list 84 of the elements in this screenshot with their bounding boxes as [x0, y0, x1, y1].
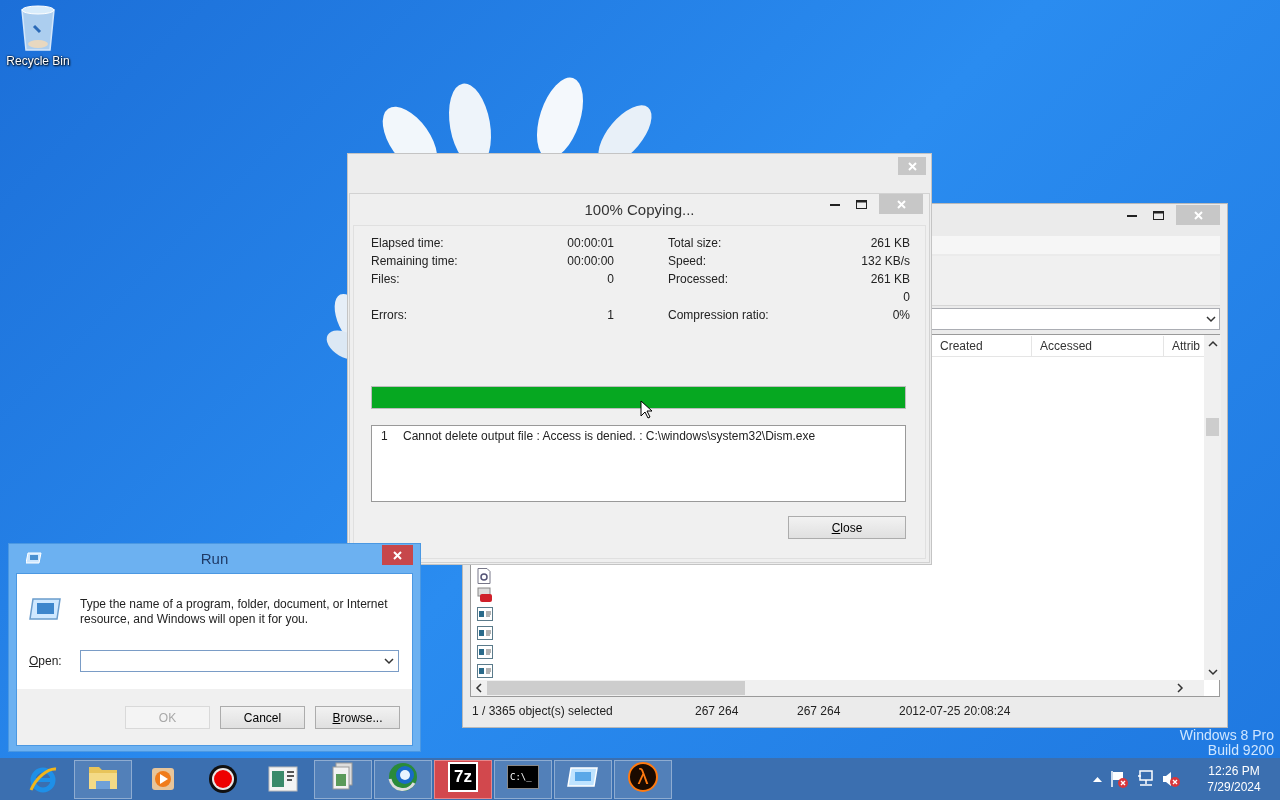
- stat-label: Speed:: [668, 254, 707, 268]
- stat-value: 0: [903, 290, 910, 304]
- document-icon: [477, 567, 491, 584]
- stat-value: 132 KB/s: [861, 254, 910, 268]
- close-icon: [1193, 210, 1203, 220]
- stat-value: 1: [607, 308, 614, 322]
- scrollbar-thumb[interactable]: [1206, 418, 1219, 436]
- stat-label: Remaining time:: [371, 254, 458, 268]
- stat-value: 0: [607, 272, 614, 286]
- log-message: Cannot delete output file : Access is denied. : C:\windows\system32\Dism.exe: [403, 429, 816, 443]
- stat-label: Processed:: [668, 272, 729, 286]
- scroll-down-icon[interactable]: [1207, 668, 1218, 676]
- play-icon: [150, 766, 176, 792]
- close-dialog-button[interactable]: Close: [788, 516, 906, 539]
- maximize-icon: [856, 199, 867, 209]
- window-icon: [477, 644, 493, 659]
- package-icon: [477, 586, 493, 603]
- dialog-button[interactable]: Cancel: [220, 706, 305, 729]
- stat-value: 261 KB: [870, 272, 910, 286]
- recycle-bin-icon[interactable]: [18, 4, 58, 52]
- window-icon: [268, 766, 298, 792]
- speaker-muted-icon[interactable]: [1162, 770, 1180, 788]
- field-label: Open:: [29, 654, 63, 668]
- taskbar-button[interactable]: 7z: [434, 759, 492, 799]
- close-icon: [907, 161, 917, 171]
- chevron-down-icon[interactable]: [384, 657, 394, 665]
- clock-date: 7/29/2024: [1207, 779, 1261, 795]
- stat-label: Total size:: [668, 236, 722, 250]
- scrollbar-thumb[interactable]: [487, 681, 745, 695]
- stat-value: 00:00:01: [567, 236, 614, 250]
- clock[interactable]: 12:26 PM 7/29/2024: [1200, 763, 1268, 795]
- column-header[interactable]: Accessed: [1031, 335, 1163, 356]
- flag-icon[interactable]: [1110, 770, 1128, 788]
- lambda-icon: λ: [628, 761, 658, 792]
- window-icon: [26, 552, 42, 564]
- scroll-left-icon[interactable]: [475, 683, 483, 693]
- instruction-text: Type the name of a program, folder, document, or Internet resource, and Windows will open it for you.: [80, 597, 389, 627]
- terminal-icon: C:\_: [507, 764, 539, 789]
- taskbar-button[interactable]: λ: [614, 759, 672, 799]
- window-icon: [477, 625, 493, 640]
- log-number: 1: [381, 429, 389, 443]
- dialog-title: Run: [200, 549, 229, 567]
- taskbar-button[interactable]: C:\_: [494, 759, 552, 799]
- close-icon: [393, 550, 402, 560]
- stat-value: 00:00:00: [567, 254, 614, 268]
- documents-icon: [330, 761, 356, 792]
- dialog-title: 100% Copying...: [584, 200, 695, 218]
- desktop-icon-label[interactable]: Recycle Bin: [6, 54, 70, 68]
- stat-label: Elapsed time:: [371, 236, 444, 250]
- chevron-down-icon[interactable]: [1206, 315, 1216, 323]
- build-text: Build 9200: [1207, 743, 1274, 758]
- record-icon: [208, 764, 238, 794]
- window-icon: [477, 606, 493, 621]
- window-icon: [29, 597, 61, 621]
- minimize-icon: [829, 202, 840, 206]
- maximize-icon: [1153, 210, 1164, 220]
- network-icon[interactable]: [1136, 770, 1154, 788]
- vertical-scrollbar[interactable]: [1204, 335, 1221, 680]
- stat-label: Files:: [371, 272, 400, 286]
- status-text: 267 264: [694, 704, 740, 718]
- status-text: 267 264: [796, 704, 842, 718]
- window-icon: [567, 765, 599, 788]
- close-button[interactable]: [382, 545, 413, 565]
- stat-value: 0%: [892, 308, 910, 322]
- stat-value: 261 KB: [870, 236, 910, 250]
- chevron-up-icon[interactable]: [1093, 776, 1102, 782]
- open-field[interactable]: [80, 650, 399, 672]
- stat-label: Errors:: [371, 308, 407, 322]
- scroll-right-icon[interactable]: [1176, 683, 1184, 693]
- horizontal-scrollbar[interactable]: [471, 680, 1204, 696]
- minimize-icon: [1126, 213, 1137, 217]
- status-text: 1 / 3365 object(s) selected: [471, 704, 614, 718]
- logo-icon: 7z: [448, 761, 478, 792]
- cursor-icon: [640, 400, 652, 419]
- status-text: 2012-07-25 20:08:24: [898, 704, 1012, 718]
- window-icon: [477, 663, 493, 678]
- close-icon: [896, 199, 906, 209]
- dialog-button[interactable]: Browse...: [315, 706, 400, 729]
- clock-time: 12:26 PM: [1208, 763, 1260, 779]
- browser-icon: [28, 764, 58, 794]
- stat-label: Compression ratio:: [668, 308, 769, 322]
- scroll-up-icon[interactable]: [1207, 340, 1218, 348]
- globe-icon: [387, 760, 419, 793]
- edition-text: Windows 8 Pro: [1179, 728, 1274, 743]
